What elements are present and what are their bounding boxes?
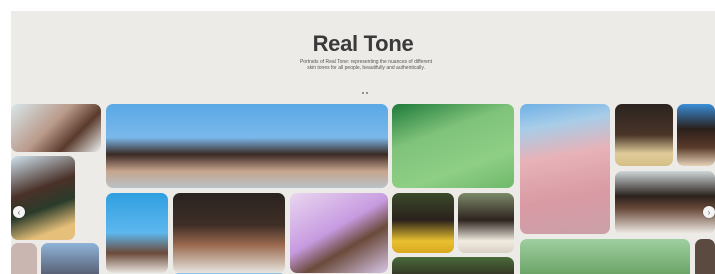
- photo-tile-woman-smiling[interactable]: [11, 104, 101, 152]
- photo-tile-woman-blue-bg[interactable]: [677, 104, 715, 166]
- photo-tile-man-yellow-shirt[interactable]: [392, 193, 454, 253]
- photo-tile-partial-right[interactable]: [695, 239, 715, 274]
- photo-tile-woman-sunglasses[interactable]: [11, 156, 75, 240]
- photo-tile-child-blue-sky[interactable]: [106, 193, 168, 273]
- photo-tile-pink-fabric[interactable]: [520, 104, 610, 234]
- photo-tile-woman-braids-sky[interactable]: [106, 104, 388, 188]
- photo-tile-hand-bottom-left[interactable]: [41, 243, 99, 274]
- photo-tile-woman-afro[interactable]: [173, 193, 285, 273]
- page-title: Real Tone: [312, 31, 414, 56]
- photo-tile-man-green-bottom[interactable]: [392, 257, 514, 274]
- hero-banner: Real Tone Portraits of Real Tone: repres…: [11, 11, 715, 103]
- real-tone-page: Real Tone Portraits of Real Tone: repres…: [11, 11, 715, 274]
- chevron-left-icon: ‹: [17, 207, 21, 217]
- photo-tile-woman-yellow-top[interactable]: [615, 104, 673, 166]
- photo-tile-man-white-shirt[interactable]: [458, 193, 514, 253]
- photo-tile-man-white-hoodie[interactable]: [615, 171, 715, 234]
- carousel-prev-button[interactable]: ‹: [13, 206, 25, 218]
- photo-tile-man-lying-grass[interactable]: [392, 104, 514, 188]
- page-subtitle: Portraits of Real Tone: representing the…: [299, 59, 433, 71]
- chevron-right-icon: ›: [707, 207, 711, 217]
- carousel-next-button[interactable]: ›: [703, 206, 715, 218]
- photo-tile-green-bottom[interactable]: [520, 239, 690, 274]
- photo-tile-person-bottom-left[interactable]: [11, 243, 37, 274]
- photo-tile-woman-pink[interactable]: [290, 193, 388, 273]
- pagination-indicator: [359, 81, 371, 94]
